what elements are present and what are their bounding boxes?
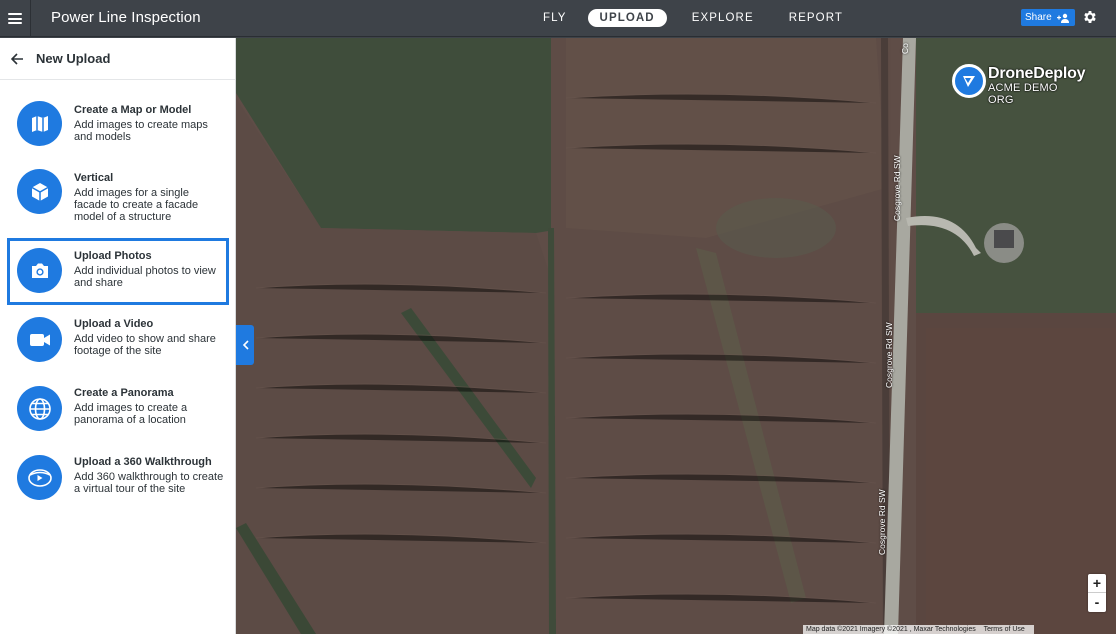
add-people-icon xyxy=(1056,13,1069,23)
attribution-text: Map data ©2021 Imagery ©2021 , Maxar Tec… xyxy=(806,626,976,633)
camera-icon xyxy=(17,248,62,293)
arrow-left-icon xyxy=(10,52,23,65)
map-attribution: Map data ©2021 Imagery ©2021 , Maxar Tec… xyxy=(803,625,1034,634)
terms-of-use-link[interactable]: Terms of Use xyxy=(984,626,1025,633)
collapse-panel-button[interactable] xyxy=(236,325,254,365)
option-create-panorama[interactable]: Create a Panorama Add images to create a… xyxy=(8,383,228,439)
road-label: Cosgrove Rd SW xyxy=(877,489,887,555)
tab-explore[interactable]: EXPLORE xyxy=(680,9,766,27)
globe-icon xyxy=(17,386,62,431)
road-label: Cosgrove Rd SW xyxy=(884,322,894,388)
option-title: Upload Photos xyxy=(74,250,152,262)
top-bar: Power Line Inspection FLY UPLOAD EXPLORE… xyxy=(0,0,1116,37)
option-create-map[interactable]: Create a Map or Model Add images to crea… xyxy=(8,98,228,154)
option-description: Add images for a single facade to create… xyxy=(74,187,199,223)
dronedeploy-logo: DroneDeploy ACME DEMO ORG xyxy=(952,62,1086,106)
option-title: Upload a 360 Walkthrough xyxy=(74,456,212,468)
option-title: Vertical xyxy=(74,172,114,184)
road-label: Cosgrove Rd SW xyxy=(892,155,902,221)
hamburger-icon xyxy=(8,13,22,24)
logo-org: ACME DEMO ORG xyxy=(988,82,1058,106)
dronedeploy-logo-icon xyxy=(952,64,986,98)
option-title: Create a Map or Model xyxy=(74,104,192,116)
map-imagery xyxy=(236,38,1116,634)
satellite-map[interactable]: Co Cosgrove Rd SW Cosgrove Rd SW Cosgrov… xyxy=(236,38,1116,634)
chevron-left-icon xyxy=(242,340,249,350)
zoom-controls: + - xyxy=(1088,574,1106,612)
option-description: Add video to show and share footage of t… xyxy=(74,333,216,357)
main-nav: FLY UPLOAD EXPLORE REPORT xyxy=(531,7,855,29)
panel-title: New Upload xyxy=(36,51,111,66)
option-upload-video[interactable]: Upload a Video Add video to show and sha… xyxy=(8,314,228,370)
video-icon xyxy=(17,317,62,362)
zoom-in-button[interactable]: + xyxy=(1088,574,1106,593)
option-upload-360-walkthrough[interactable]: Upload a 360 Walkthrough Add 360 walkthr… xyxy=(8,452,228,514)
logo-brand: DroneDeploy xyxy=(988,65,1086,82)
back-button[interactable] xyxy=(0,38,34,80)
tab-report[interactable]: REPORT xyxy=(777,9,855,27)
option-upload-photos[interactable]: Upload Photos Add individual photos to v… xyxy=(7,238,229,305)
360-walkthrough-icon xyxy=(17,455,62,500)
panel-header: New Upload xyxy=(0,38,235,80)
road-label: Co xyxy=(900,43,910,54)
tab-upload[interactable]: UPLOAD xyxy=(587,9,667,27)
option-description: Add images to create maps and models xyxy=(74,119,208,143)
share-button[interactable]: Share xyxy=(1021,9,1075,26)
option-description: Add individual photos to view and share xyxy=(74,265,216,289)
option-description: Add images to create a panorama of a loc… xyxy=(74,402,188,426)
option-description: Add 360 walkthrough to create a virtual … xyxy=(74,471,224,495)
option-title: Create a Panorama xyxy=(74,387,174,399)
cube-icon xyxy=(17,169,62,214)
tab-fly[interactable]: FLY xyxy=(531,9,579,27)
zoom-out-button[interactable]: - xyxy=(1088,593,1106,612)
hamburger-menu-button[interactable] xyxy=(0,0,31,37)
share-label: Share xyxy=(1025,12,1052,23)
upload-panel: New Upload Create a Map or Model Add ima… xyxy=(0,38,236,634)
map-icon xyxy=(17,101,62,146)
gear-icon[interactable] xyxy=(1082,9,1098,25)
option-title: Upload a Video xyxy=(74,318,154,330)
option-vertical[interactable]: Vertical Add images for a single facade … xyxy=(8,166,228,228)
project-title: Power Line Inspection xyxy=(51,9,201,26)
